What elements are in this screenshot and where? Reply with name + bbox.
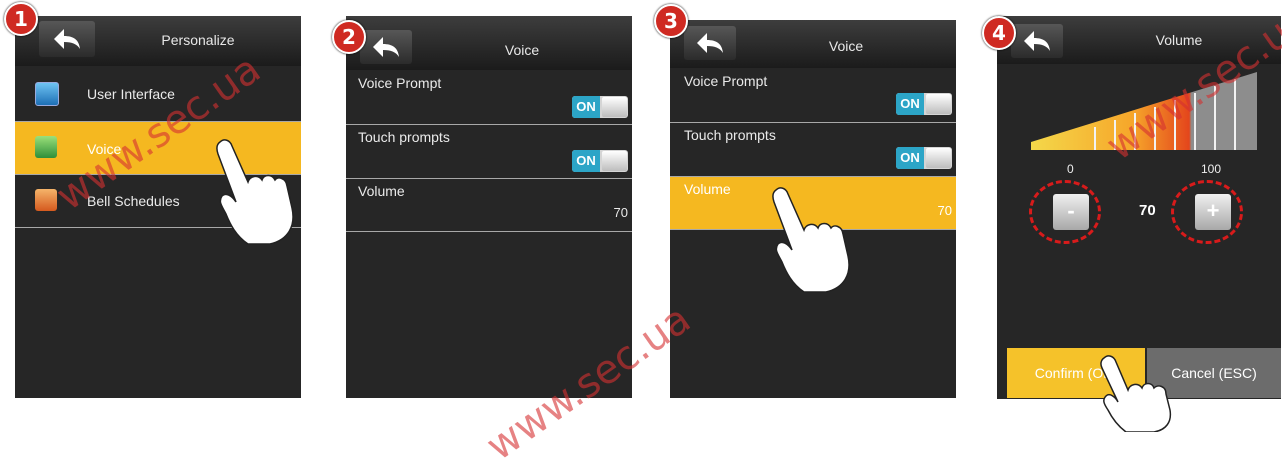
back-button[interactable] (39, 21, 95, 57)
touch-prompts-toggle[interactable]: ON (572, 150, 628, 172)
setting-label: Volume (358, 183, 405, 199)
volume-value: 70 (1139, 202, 1156, 219)
voice-prompt-toggle[interactable]: ON (572, 96, 628, 118)
toggle-knob (926, 94, 951, 114)
header-bar: Voice (670, 20, 956, 68)
setting-touch-prompts[interactable]: Touch prompts ON (346, 125, 632, 179)
pointing-hand-icon (216, 139, 294, 245)
page-title: Voice (828, 38, 864, 54)
volume-value: 70 (937, 203, 952, 218)
page-title: Personalize (161, 32, 235, 48)
step-badge: 1 (4, 2, 38, 36)
step-badge: 2 (332, 20, 366, 54)
step-badge: 3 (654, 4, 688, 38)
back-button[interactable] (360, 30, 412, 64)
bell-icon (35, 189, 57, 211)
volume-min-label: 0 (1067, 162, 1074, 176)
toggle-knob (602, 151, 627, 171)
toggle-on-label: ON (896, 147, 924, 169)
pointing-hand-icon (1100, 355, 1172, 432)
back-arrow-icon (373, 37, 399, 57)
toggle-on-label: ON (896, 93, 924, 115)
screen-voice: Voice Voice Prompt ON Touch prompts ON V… (346, 16, 632, 398)
header-bar: Voice (346, 16, 632, 70)
setting-volume[interactable]: Volume 70 (346, 179, 632, 232)
touch-prompts-toggle[interactable]: ON (896, 147, 952, 169)
menu-item-label: User Interface (87, 86, 175, 102)
setting-label: Voice Prompt (684, 73, 768, 89)
pointing-hand-icon (772, 187, 850, 293)
highlight-circle (1171, 180, 1243, 244)
setting-label: Voice Prompt (358, 75, 442, 91)
monitor-icon (35, 82, 59, 106)
volume-max-label: 100 (1201, 162, 1222, 176)
back-arrow-icon (1024, 31, 1050, 51)
toggle-knob (926, 148, 951, 168)
setting-voice-prompt[interactable]: Voice Prompt ON (670, 69, 956, 123)
back-button[interactable] (684, 26, 736, 60)
voice-prompt-toggle[interactable]: ON (896, 93, 952, 115)
speaker-icon (35, 136, 57, 158)
setting-label: Touch prompts (358, 129, 450, 145)
setting-label: Touch prompts (684, 127, 776, 143)
back-arrow-icon (54, 29, 80, 49)
volume-value: 70 (613, 205, 628, 220)
header-bar: Personalize (15, 16, 301, 66)
setting-voice-prompt[interactable]: Voice Prompt ON (346, 71, 632, 125)
setting-touch-prompts[interactable]: Touch prompts ON (670, 123, 956, 177)
highlight-circle (1029, 180, 1101, 244)
toggle-on-label: ON (572, 150, 600, 172)
toggle-on-label: ON (572, 96, 600, 118)
page-title: Voice (504, 42, 540, 58)
back-arrow-icon (697, 33, 723, 53)
toggle-knob (602, 97, 627, 117)
setting-label: Volume (684, 181, 731, 197)
back-button[interactable] (1011, 24, 1063, 58)
step-badge: 4 (982, 16, 1016, 50)
